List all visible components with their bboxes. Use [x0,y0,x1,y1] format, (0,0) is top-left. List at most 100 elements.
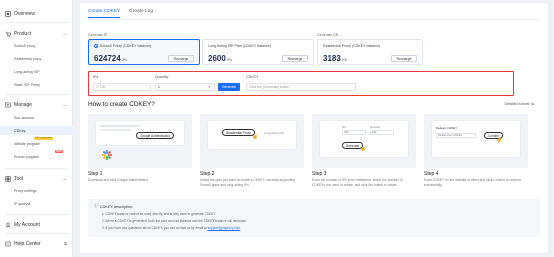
description-line: 1. CDKEY balance cannot be used directly… [102,212,217,216]
balance-unit: IPs [226,58,232,62]
step4-illustration: Redeem CDKEY Please enter CDKEY Confirm … [424,114,528,168]
step2-illustration: Residential Proxy Long Acting ISP ☝ [200,114,304,168]
sidebar-item-label: IP query [14,201,28,206]
chevron-up-icon: ︿ [63,175,67,181]
info-icon: ⓘ [94,204,98,208]
step3-title: Step 3 [312,171,327,177]
mock-ips-label: IPs [342,125,347,129]
step2-title: Step 2 [200,171,215,177]
card-title-text: Socks5 Proxy (CDKEY balance) [100,44,152,48]
description-title: ⓘ CDKEY description: [94,204,133,209]
mock-redeem-title: Redeem CDKEY [436,126,457,130]
card-long-acting-isp[interactable]: Long Acting ISP Plan (CDKEY balance) 260… [202,39,314,65]
mock-ips-input: 200 [342,130,366,135]
sidebar-item-label: Residential proxy [14,56,42,61]
support-email-link[interactable]: support@piaproxy.com [208,226,241,230]
residential-proxy-pill: Residential Proxy [222,129,255,136]
sidebar-item-proxy-settings[interactable]: Proxy settings [0,186,73,195]
sidebar-item-cdkey[interactable]: CDKey [0,126,73,135]
step1-desc: Download and bind Google Authenticator. [88,178,149,182]
balance-value: 2600 [208,54,226,63]
cursor-icon: ☝ [252,134,259,140]
sidebar-item-help-center[interactable]: Help Center ⧉ [0,237,73,250]
balance-value: 3183 [323,54,341,63]
radio-selected-icon [94,44,98,48]
balance-unit: GB [341,58,347,62]
google-authenticator-icon [102,150,112,160]
divider [5,22,68,23]
external-link-icon: ⧉ [27,201,30,206]
sidebar-label: Overview [14,10,35,17]
external-link-icon: ⧉ [64,241,67,246]
ips-input[interactable]: 1~100 [93,83,151,91]
ips-label: IPs [93,75,99,79]
step1-illustration: Google Authenticator [88,114,192,168]
sidebar-item-label: CDKey [14,128,26,133]
divider [5,233,68,234]
card-balance: 2600IPs [208,54,232,63]
sidebar-item-affiliate[interactable]: Affiliate program [0,139,73,148]
sidebar-label: Product [14,30,32,37]
quantity-value: 1 [158,85,160,89]
quantity-select[interactable]: 1 ▼ [155,83,215,91]
chevron-down-icon: ▼ [208,85,211,89]
generate-button[interactable]: Generate [218,83,240,91]
help-icon [5,241,11,247]
mock-quantity-input: 100 [370,130,394,135]
sidebar-item-overview[interactable]: Overview [0,7,73,20]
sidebar-group-manage[interactable]: Manage ︿ [0,98,73,111]
sidebar-item-sub-account[interactable]: Sub-account [0,113,73,122]
divider [5,214,68,215]
divider [5,94,68,95]
main-panel: Create CDKEY Create Log Generate IP Gene… [80,3,548,253]
card-balance: 3183GB [323,54,347,63]
sidebar-item-label: Static ISP Proxy [14,82,40,87]
detailed-tutorial-link[interactable]: Detailed tutorial ⧉ [504,102,534,106]
chevron-up-icon: ︿ [63,30,67,36]
sidebar: Overview Product ︿ Socks5 proxy Resident… [0,0,73,257]
sidebar-group-tool[interactable]: Tool ︿ [0,172,73,185]
sidebar-item-residential[interactable]: Residential proxy [0,54,73,63]
cdkey-description: ⓘ CDKEY description: 1. CDKEY balance ca… [88,199,540,237]
sidebar-item-promo[interactable]: Promo program [0,152,73,161]
sidebar-item-ip-query[interactable]: IP query ⧉ [0,199,73,208]
description-title-text: CDKEY description: [99,204,134,209]
sidebar-item-long-acting-isp[interactable]: Long-acting ISP [0,67,73,76]
description-line: 3. If you have any questions about CDKEY… [102,226,240,230]
step3-desc: Enter the number of IPs to be redeemed, … [312,178,403,187]
step2-desc: Select the plan you want to create a CDK… [200,178,296,187]
card-residential[interactable]: Residential Proxy (CDKEY balance) 3183GB… [317,39,423,65]
card-balance: 624724IPs [94,54,127,63]
cdkey-output[interactable]: Click the [Generate] button [246,83,356,91]
sidebar-item-my-account[interactable]: My Account [0,218,73,231]
cart-icon [5,31,11,37]
long-acting-isp-text: Long Acting ISP [264,131,284,135]
sidebar-item-label: Proxy settings [14,188,37,193]
tab-create-log[interactable]: Create Log [129,9,153,18]
overview-icon [5,10,11,17]
recharge-button[interactable]: Recharge [168,55,194,62]
card-title: Socks5 Proxy (CDKEY balance) [94,44,151,48]
recharge-button[interactable]: Recharge [282,55,308,62]
google-authenticator-pill: Google Authenticator [136,132,174,139]
sidebar-item-static-isp[interactable]: Static ISP Proxy [0,80,73,89]
tab-create-cdkey[interactable]: Create CDKEY [88,9,121,18]
sidebar-item-socks5[interactable]: Socks5 proxy [0,41,73,50]
sidebar-label: Tool [14,175,24,182]
recharge-button[interactable]: Recharge [391,55,417,62]
user-icon [5,222,11,228]
sidebar-group-product[interactable]: Product ︿ [0,27,73,40]
balance-value: 624724 [94,54,121,63]
tab-bar: Create CDKEY Create Log [88,9,153,18]
step4-desc: Enter CDKEY on the website or client and… [424,178,521,187]
howto-title: How to create CDKEY? [88,101,155,108]
sidebar-item-label: Socks5 proxy [14,43,36,48]
sidebar-label: My Account [14,221,40,228]
external-link-icon: ⧉ [531,102,534,106]
quantity-label: Quantity [155,75,169,79]
sidebar-item-label: Long-acting ISP [14,69,40,74]
card-socks5[interactable]: Socks5 Proxy (CDKEY balance) 624724IPs R… [88,39,200,65]
cursor-icon: ☝ [360,146,367,152]
description-line: 2. When a CDKEY is generated, both the u… [102,219,247,223]
generate-form: IPs 1~100 Quantity 1 ▼ Generate CDKEY Cl… [88,71,514,96]
